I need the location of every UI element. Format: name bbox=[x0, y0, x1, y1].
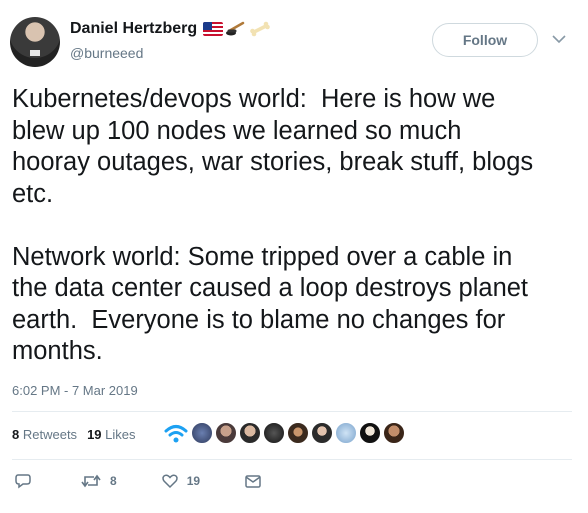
hockey-stick-puck-icon bbox=[226, 21, 245, 36]
name-emojis bbox=[203, 20, 271, 38]
liker-avatars bbox=[163, 422, 405, 444]
liker-avatar[interactable] bbox=[383, 422, 405, 444]
like-action[interactable]: 19 bbox=[161, 472, 200, 490]
engagement-stats: 8 Retweets 19 Likes bbox=[12, 427, 136, 442]
wifi-avatar-icon[interactable] bbox=[163, 422, 189, 444]
author-name-row[interactable]: Daniel Hertzberg bbox=[70, 20, 271, 38]
envelope-icon[interactable] bbox=[244, 472, 262, 490]
tweet-actions: 8 19 bbox=[14, 472, 262, 490]
liker-avatar[interactable] bbox=[359, 422, 381, 444]
tweet-timestamp[interactable]: 6:02 PM - 7 Mar 2019 bbox=[12, 383, 138, 398]
liker-avatar[interactable] bbox=[311, 422, 333, 444]
liker-avatar[interactable] bbox=[335, 422, 357, 444]
tweet-text: Kubernetes/devops world: Here is how we … bbox=[12, 85, 534, 365]
reply-icon[interactable] bbox=[14, 472, 32, 490]
bone-icon bbox=[250, 21, 270, 37]
direct-message-action[interactable] bbox=[244, 472, 262, 490]
chevron-down-icon[interactable] bbox=[550, 30, 568, 48]
divider bbox=[12, 459, 572, 460]
retweets-stat[interactable]: 8 Retweets bbox=[12, 427, 77, 442]
liker-avatar[interactable] bbox=[263, 422, 285, 444]
liker-avatar[interactable] bbox=[239, 422, 261, 444]
divider bbox=[12, 411, 572, 412]
liker-avatar[interactable] bbox=[287, 422, 309, 444]
likes-stat[interactable]: 19 Likes bbox=[87, 427, 135, 442]
retweet-action[interactable]: 8 bbox=[80, 472, 117, 490]
retweet-count: 8 bbox=[110, 474, 117, 488]
follow-button[interactable]: Follow bbox=[432, 23, 538, 57]
us-flag-icon bbox=[203, 22, 224, 36]
author-username[interactable]: @burneeed bbox=[70, 45, 143, 61]
retweet-icon[interactable] bbox=[80, 472, 102, 490]
author-display-name[interactable]: Daniel Hertzberg bbox=[70, 20, 197, 38]
author-avatar[interactable] bbox=[10, 17, 60, 67]
liker-avatar[interactable] bbox=[191, 422, 213, 444]
heart-icon[interactable] bbox=[161, 472, 179, 490]
liker-avatar[interactable] bbox=[215, 422, 237, 444]
reply-action[interactable] bbox=[14, 472, 32, 490]
like-count: 19 bbox=[186, 474, 201, 488]
